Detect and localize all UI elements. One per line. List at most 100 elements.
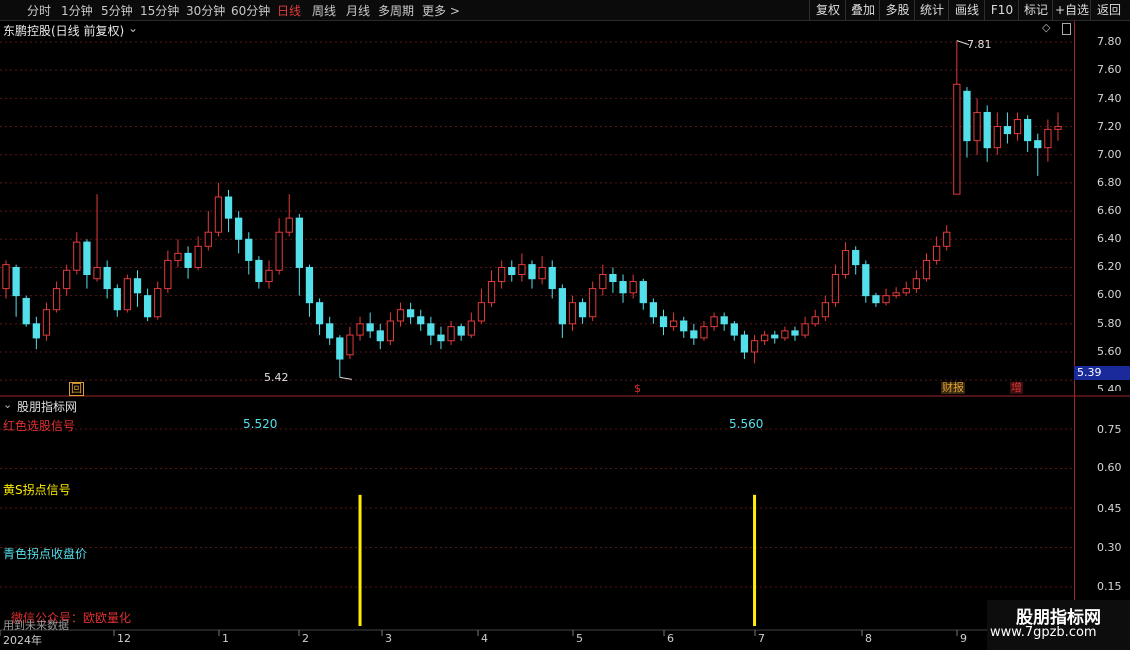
candle-body [113,288,121,311]
date-label: 2 [302,632,309,645]
date-label: 6 [667,632,674,645]
candle-body [912,278,921,290]
candle-body [973,111,981,142]
price-axis-line [1074,21,1075,631]
candle-body [295,217,303,268]
candle-body [427,323,435,336]
candle-body [12,266,20,297]
candle-body [710,316,718,328]
candle-body [963,90,971,142]
candle-body [568,302,577,325]
candle-body [801,323,809,336]
price-tick: 5.80 [1097,317,1122,330]
date-label: 8 [865,632,872,645]
price-tick: 7.40 [1097,92,1122,105]
candle-body [771,334,779,339]
candle-body [235,217,243,240]
candle-body [508,266,516,276]
date-label: 9 [960,632,967,645]
date-label: 5 [576,632,583,645]
candle-body [356,323,364,336]
date-label: 7 [758,632,765,645]
candle-body [447,326,455,342]
candle-body [882,295,890,304]
candle-body [831,274,840,304]
candle-body [93,266,101,280]
candle-body [498,266,506,283]
candle-body [659,316,668,328]
candle-body [902,288,910,294]
candle-body [164,259,172,290]
candle-body [649,302,658,318]
candle-body [326,323,334,339]
event-marker-dollar[interactable]: $ [633,383,642,395]
candle-body [396,309,405,322]
candle-body [265,269,273,283]
event-marker-increase[interactable]: 增 [1010,382,1023,394]
signal-bar [753,494,757,626]
candle-body [1013,119,1022,135]
price-tick: 6.40 [1097,232,1122,245]
candle-body [761,334,769,342]
event-marker-back[interactable]: 回 [69,382,84,396]
candle-body [609,274,617,283]
kline-chart[interactable] [0,0,1130,650]
candle-body [1044,128,1052,149]
candle-body [103,266,111,290]
candle-body [932,245,941,261]
diamond-icon[interactable]: ◇ [1042,21,1050,34]
site-watermark: 股朋指标网 www.7gpzb.com [987,600,1130,650]
candle-body [477,302,486,322]
candle-body [548,266,556,290]
candle-body [690,330,698,339]
candle-body [406,309,415,318]
candle-body [275,231,283,271]
price-tick: 5.60 [1097,345,1122,358]
candle-body [599,274,607,290]
candle-body [821,302,829,318]
candle-body [680,320,688,332]
candle-body [943,231,951,247]
low-leader-line [339,376,352,380]
future-data-label: 用到未来数据 [3,619,69,632]
signal-value-2: 5.560 [729,417,764,431]
low-price-label: 5.42 [264,371,289,384]
price-tick: 7.00 [1097,148,1122,161]
candle-body [892,292,900,297]
candle-body [336,337,344,360]
date-label: 3 [385,632,392,645]
candle-body [245,238,253,261]
candle-body [589,288,597,318]
candle-body [285,217,293,233]
candle-body [983,111,991,149]
candle-body [214,196,223,233]
signal-bar [358,494,362,626]
chevron-down-icon[interactable]: ⌄ [128,21,138,35]
candle-body [174,252,182,261]
candle-body [32,323,40,339]
indicator-tick: 0.75 [1097,423,1122,436]
price-tick: 5.40 [1097,383,1122,391]
candle-body [487,281,496,304]
candle-body [194,245,202,268]
candle-body [224,196,233,219]
candle-body [791,330,799,336]
panel-toggle-icon[interactable] [1062,23,1071,35]
price-tick: 6.20 [1097,260,1122,273]
candle-body [852,250,860,266]
candle-body [143,295,152,318]
candle-body [558,288,566,325]
candle-body [872,295,880,304]
candle-body [922,259,931,280]
high-price-label: 7.81 [967,38,992,51]
candle-body [305,266,314,304]
candle-body [42,309,51,336]
candle-body [841,250,850,276]
date-label: 2024年 [3,634,42,647]
candle-body [52,288,61,311]
candle-body [123,278,132,311]
event-marker-report[interactable]: 财报 [941,382,965,394]
candle-body [730,323,738,336]
chevron-down-icon[interactable]: ⌄ [3,398,12,411]
price-tick: 7.20 [1097,120,1122,133]
